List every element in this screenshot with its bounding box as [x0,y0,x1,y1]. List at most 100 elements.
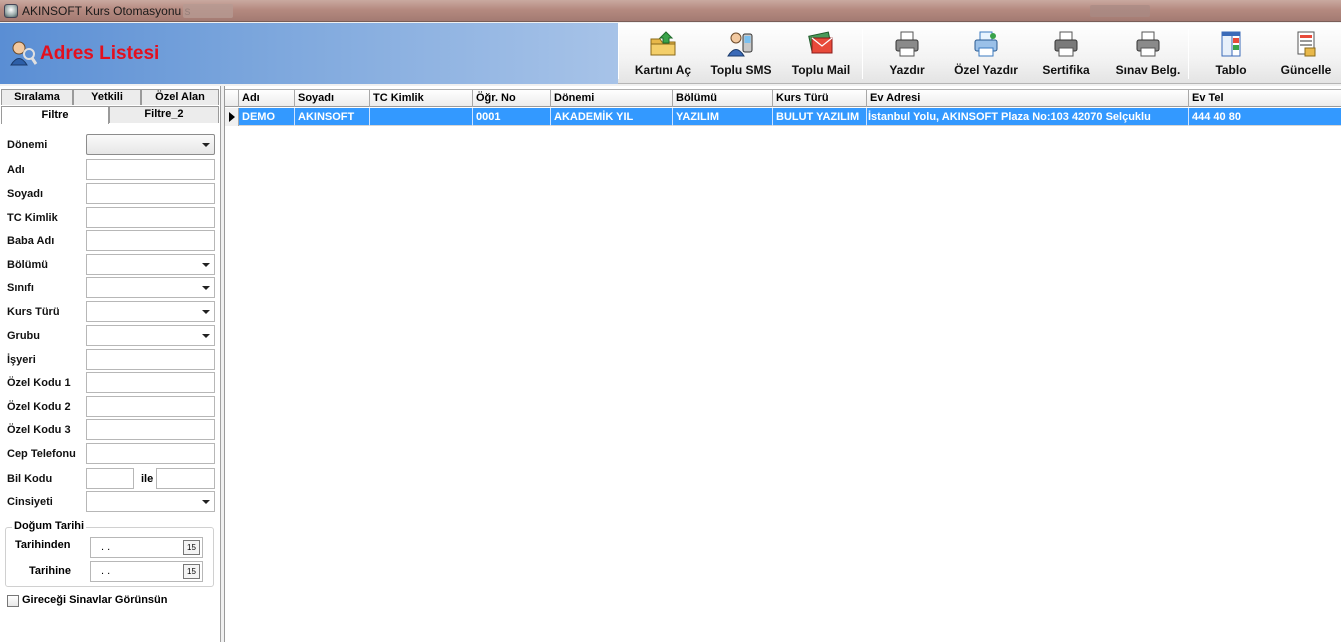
group-select[interactable] [86,325,215,346]
group-label: Grubu [7,330,40,342]
surname-row: Soyadı [0,183,221,205]
chevron-down-icon [202,310,210,314]
tab-row-bottom: Filtre Filtre_2 [1,106,219,124]
cell-department[interactable]: YAZILIM [673,108,773,126]
gender-select[interactable] [86,491,215,512]
birth-date-legend: Doğum Tarihi [12,520,87,532]
tab-row-top: Sıralama Yetkili Özel Alan [1,89,219,105]
special-code-2-input[interactable] [86,396,215,417]
special-code-3-input[interactable] [86,419,215,440]
tc-id-label: TC Kimlik [7,212,58,224]
special-code-2-label: Özel Kodu 2 [7,401,71,413]
calendar-icon[interactable]: 15 [183,540,200,555]
cell-course-type[interactable]: BULUT YAZILIM [773,108,867,126]
print-button[interactable]: Yazdır [872,23,942,84]
bil-code-row: Bil Kodu ile [0,468,221,490]
cell-tc-id[interactable] [370,108,473,126]
app-icon [4,4,18,18]
update-document-icon [1297,31,1316,57]
certificate-printer-icon [1054,31,1078,57]
chevron-down-icon [202,286,210,290]
certificate-label: Sertifika [1042,63,1090,77]
tab-filter-2[interactable]: Filtre_2 [109,106,219,123]
bulk-sms-button[interactable]: Toplu SMS [706,23,776,84]
special-code-1-row: Özel Kodu 1 [0,372,221,394]
col-header-home-phone[interactable]: Ev Tel [1189,90,1341,107]
exam-printer-icon [1136,31,1160,57]
course-type-label: Kurs Türü [7,306,60,318]
bulk-mail-label: Toplu Mail [791,63,851,77]
tab-authorized[interactable]: Yetkili [73,89,141,105]
calendar-icon[interactable]: 15 [183,564,200,579]
cell-surname[interactable]: AKINSOFT [295,108,370,126]
cell-home-address[interactable]: İstanbul Yolu, AKINSOFT Plaza No:103 420… [867,108,1189,126]
period-select[interactable] [86,134,215,155]
table-row[interactable]: DEMO AKINSOFT 0001 AKADEMİK YIL YAZILIM … [225,108,1341,126]
col-header-tc-id[interactable]: TC Kimlik [370,90,473,107]
col-header-name[interactable]: Adı [239,90,295,107]
update-label: Güncelle [1280,63,1332,77]
name-row: Adı [0,159,221,181]
department-select[interactable] [86,254,215,275]
toolbar: Kartını Aç Toplu SMS Toplu Mail Yazdır Ö… [618,23,1341,84]
gender-row: Cinsiyeti [0,491,221,513]
address-book-icon [10,41,38,66]
col-header-period[interactable]: Dönemi [551,90,673,107]
name-input[interactable] [86,159,215,180]
date-to-value: . . [101,565,111,577]
col-header-surname[interactable]: Soyadı [295,90,370,107]
cell-home-phone[interactable]: 444 40 80 [1189,108,1341,126]
custom-print-button[interactable]: Özel Yazdır [946,23,1026,84]
workplace-label: İşyeri [7,354,36,366]
date-from-value: . . [101,541,111,553]
cell-period[interactable]: AKADEMİK YIL [551,108,673,126]
date-to-input[interactable]: . . 15 [90,561,203,582]
custom-print-label: Özel Yazdır [954,63,1018,77]
tab-special-field[interactable]: Özel Alan [141,89,219,105]
father-name-row: Baba Adı [0,230,221,252]
update-button[interactable]: Güncelle [1271,23,1341,84]
workplace-input[interactable] [86,349,215,370]
special-code-1-input[interactable] [86,372,215,393]
tab-filter[interactable]: Filtre [1,106,109,124]
tc-id-input[interactable] [86,207,215,228]
department-row: Bölümü [0,254,221,276]
row-indicator [225,108,239,126]
window-title: AKINSOFT Kurs Otomasyonu s [22,4,191,18]
show-exams-checkbox[interactable] [7,595,19,607]
exam-document-button[interactable]: Sınav Belg. [1108,23,1188,84]
col-header-department[interactable]: Bölümü [673,90,773,107]
class-label: Sınıfı [7,282,34,294]
father-name-input[interactable] [86,230,215,251]
certificate-button[interactable]: Sertifika [1031,23,1101,84]
exam-document-label: Sınav Belg. [1115,63,1181,77]
open-card-button[interactable]: Kartını Aç [628,23,698,84]
date-to-label: Tarihine [29,565,71,577]
course-type-select[interactable] [86,301,215,322]
col-header-course-type[interactable]: Kurs Türü [773,90,867,107]
surname-input[interactable] [86,183,215,204]
group-row: Grubu [0,325,221,347]
show-exams-label: Gireceği Sinavlar Görünsün [22,594,168,606]
date-from-input[interactable]: . . 15 [90,537,203,558]
table-button[interactable]: Tablo [1196,23,1266,84]
col-header-student-no[interactable]: Öğr. No [473,90,551,107]
print-label: Yazdır [889,63,925,77]
tab-sorting[interactable]: Sıralama [1,89,73,105]
class-select[interactable] [86,277,215,298]
col-header-home-address[interactable]: Ev Adresi [867,90,1189,107]
chevron-down-icon [202,143,210,147]
toolbar-separator [862,29,863,79]
cell-student-no[interactable]: 0001 [473,108,551,126]
course-type-row: Kurs Türü [0,301,221,323]
special-code-2-row: Özel Kodu 2 [0,396,221,418]
filter-panel: Sıralama Yetkili Özel Alan Filtre Filtre… [0,86,221,642]
mobile-phone-label: Cep Telefonu [7,448,76,460]
cell-name[interactable]: DEMO [239,108,295,126]
bil-code-to-input[interactable] [156,468,215,489]
chevron-down-icon [202,500,210,504]
bil-code-from-input[interactable] [86,468,134,489]
bulk-mail-button[interactable]: Toplu Mail [786,23,856,84]
address-grid: Adı Soyadı TC Kimlik Öğr. No Dönemi Bölü… [224,86,1341,642]
mobile-phone-input[interactable] [86,443,215,464]
